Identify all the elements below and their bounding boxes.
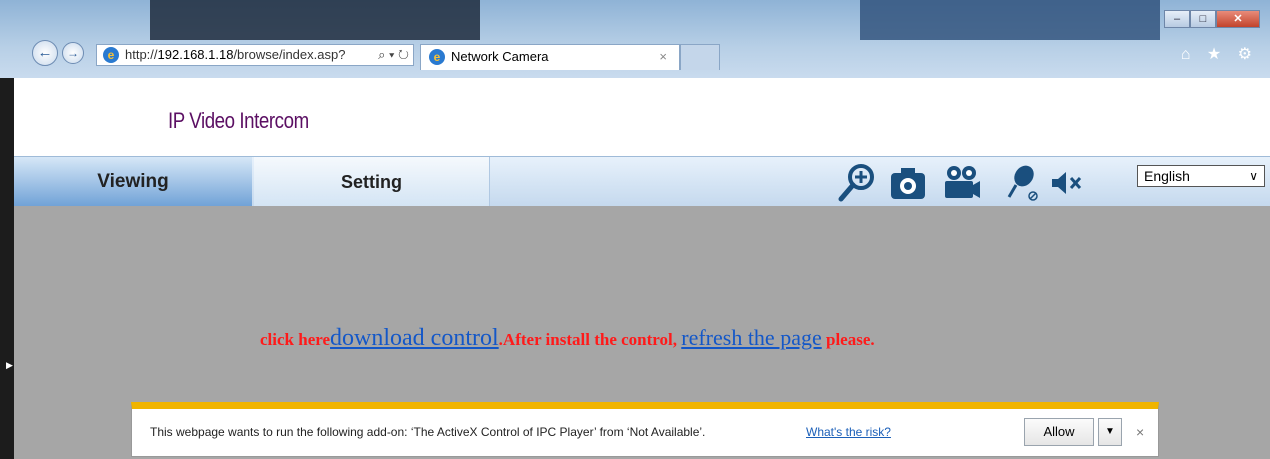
tab-setting[interactable]: Setting [254,157,490,207]
allow-button[interactable]: Allow [1024,418,1094,446]
download-control-link[interactable]: download control [330,325,499,351]
browser-window: – □ ✕ ← → e http://192.168.1.18/browse/i… [0,0,1270,459]
close-window-button[interactable]: ✕ [1216,10,1260,28]
main-navbar: Viewing Setting English ∨ [14,156,1270,207]
addon-notification-bar: This webpage wants to run the following … [131,402,1159,457]
address-bar[interactable]: e http://192.168.1.18/browse/index.asp? … [96,44,414,66]
tab-viewing[interactable]: Viewing [14,157,252,207]
new-tab-button[interactable] [680,44,720,70]
browser-tools[interactable]: ⌂ ★ ⚙ [1181,44,1258,64]
close-notification-icon[interactable]: × [1136,424,1144,440]
video-record-icon[interactable] [942,163,982,203]
forward-button[interactable]: → [62,42,84,64]
back-button[interactable]: ← [32,40,58,66]
ie-icon: e [103,47,119,63]
browser-toolbar: – □ ✕ ← → e http://192.168.1.18/browse/i… [0,0,1270,78]
tab-close-icon[interactable]: × [659,45,667,69]
microphone-icon[interactable] [1002,163,1042,203]
expand-arrow-icon[interactable]: ▶ [6,360,13,371]
chevron-down-icon: ∨ [1249,169,1258,183]
install-control-message: click heredownload control.After install… [260,325,875,351]
whats-the-risk-link[interactable]: What's the risk? [806,425,891,439]
allow-options-dropdown[interactable]: ▼ [1098,418,1122,446]
zoom-in-icon[interactable] [836,163,876,203]
speaker-mute-icon[interactable] [1048,163,1088,203]
maximize-button[interactable]: □ [1190,10,1216,28]
address-tools[interactable]: ⌕ ▾ ↻ [378,45,409,65]
tab-title: Network Camera [451,49,549,64]
tab-network-camera[interactable]: e Network Camera × [420,44,680,70]
ie-tab-icon: e [429,49,445,65]
brand-title: IP Video Intercom [168,108,309,133]
minimize-button[interactable]: – [1164,10,1190,28]
notification-text: This webpage wants to run the following … [150,425,706,439]
address-host: 192.168.1.18 [157,47,234,62]
language-select[interactable]: English ∨ [1137,165,1265,187]
window-controls: – □ ✕ [1164,10,1260,28]
left-panel-edge: ▶ [0,78,14,459]
refresh-page-link[interactable]: refresh the page [681,325,821,350]
snapshot-camera-icon[interactable] [888,163,928,203]
